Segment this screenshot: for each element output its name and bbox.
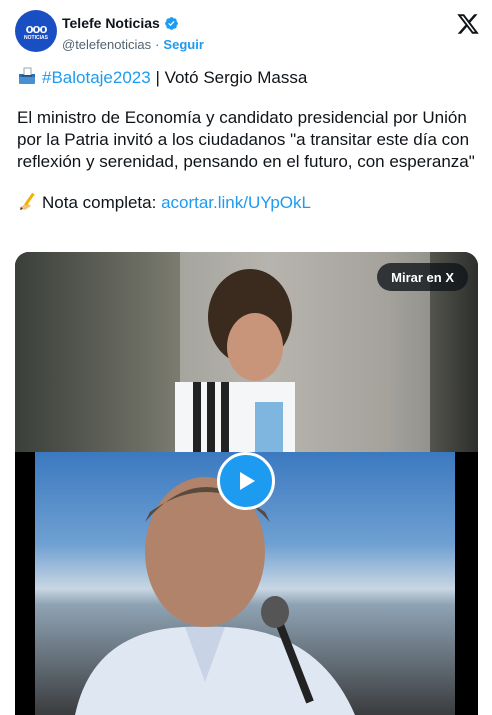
author-handle[interactable]: @telefenoticias <box>62 37 151 52</box>
note-label: Nota completa: <box>42 193 162 212</box>
play-button[interactable] <box>217 452 275 510</box>
play-icon <box>240 472 255 490</box>
x-logo-icon[interactable] <box>456 12 480 36</box>
tweet-headline: #Balotaje2023 | Votó Sergio Massa <box>17 66 479 89</box>
tweet-body: El ministro de Economía y candidato pres… <box>17 108 475 171</box>
author-handle-row: @telefenoticias · Seguir <box>62 37 204 52</box>
writing-hand-icon <box>19 192 35 210</box>
tweet-text: #Balotaje2023 | Votó Sergio Massa El min… <box>17 66 479 232</box>
note-line: Nota completa: acortar.link/UYpOkL <box>17 191 479 214</box>
note-link[interactable]: acortar.link/UYpOkL <box>161 193 311 212</box>
follow-button[interactable]: Seguir <box>163 37 203 52</box>
verified-badge-icon <box>164 16 178 30</box>
ballot-box-icon <box>19 67 35 84</box>
hashtag-link[interactable]: #Balotaje2023 <box>42 68 151 87</box>
tweet-card: ooo NOTICIAS Telefe Noticias @telefenoti… <box>0 0 492 715</box>
separator-dot: · <box>155 37 160 52</box>
headline-text: | Votó Sergio Massa <box>150 68 308 87</box>
video-media[interactable]: Mirar en X <box>15 252 478 715</box>
tweet-header: ooo NOTICIAS Telefe Noticias @telefenoti… <box>15 10 480 54</box>
avatar[interactable]: ooo NOTICIAS <box>15 10 57 52</box>
author-name[interactable]: Telefe Noticias <box>62 15 160 31</box>
author-name-row: Telefe Noticias <box>62 15 179 31</box>
avatar-logo: ooo <box>25 20 48 36</box>
avatar-sub: NOTICIAS <box>24 34 48 41</box>
watch-on-x-button[interactable]: Mirar en X <box>377 263 468 291</box>
